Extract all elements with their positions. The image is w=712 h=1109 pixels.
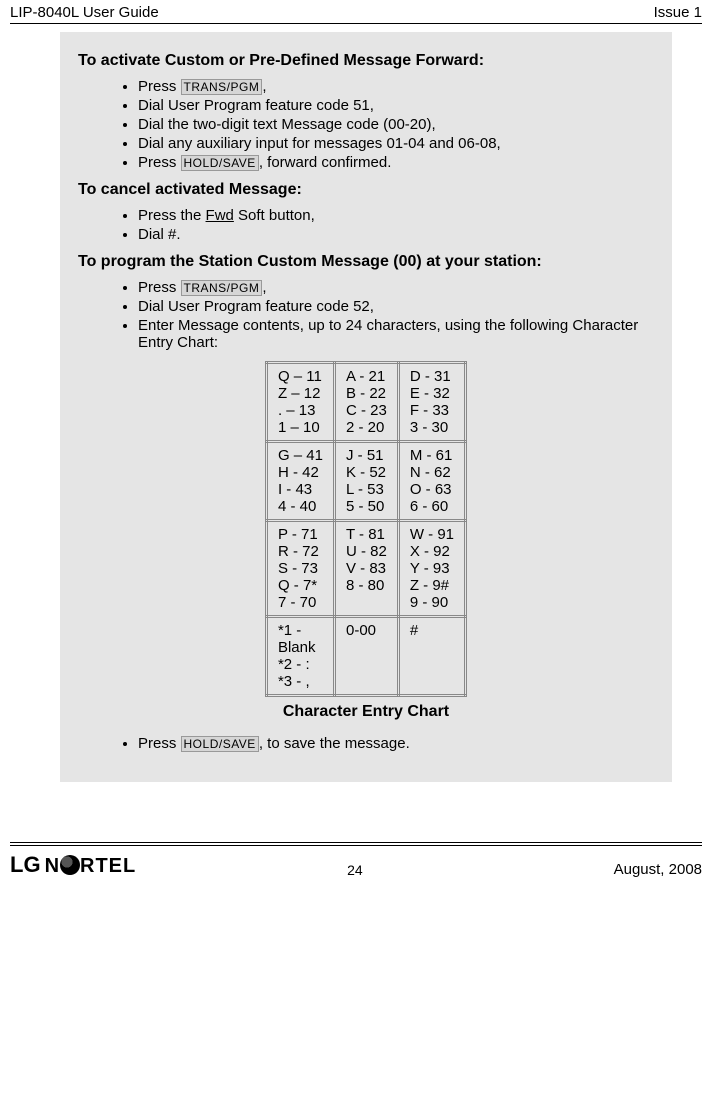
list-item: Dial #.	[138, 226, 654, 243]
text: ,	[262, 78, 266, 95]
list-item: Enter Message contents, up to 24 charact…	[138, 317, 654, 351]
header-rule	[10, 23, 702, 24]
footer-date: August, 2008	[614, 861, 702, 878]
list-item: Dial User Program feature code 51,	[138, 97, 654, 114]
hold-save-key: HOLD/SAVE	[181, 155, 259, 171]
doc-issue: Issue 1	[654, 4, 702, 21]
chart-cell: J - 51 K - 52 L - 53 5 - 50	[334, 442, 398, 521]
text: Press	[138, 735, 181, 752]
logo-globe-icon	[60, 855, 80, 875]
text: Press	[138, 279, 181, 296]
section-heading-cancel: To cancel activated Message:	[78, 181, 654, 199]
text: Press	[138, 154, 181, 171]
text: , forward confirmed.	[259, 154, 392, 171]
chart-cell: W - 91 X - 92 Y - 93 Z - 9# 9 - 90	[398, 521, 465, 617]
logo-lg-text: LG	[10, 852, 41, 878]
logo-nortel-text: NRTEL	[45, 852, 137, 878]
text: , to save the message.	[259, 735, 410, 752]
chart-cell: #	[398, 617, 465, 696]
hold-save-key: HOLD/SAVE	[181, 736, 259, 752]
chart-cell: D - 31 E - 32 F - 33 3 - 30	[398, 363, 465, 442]
list-item: Press the Fwd Soft button,	[138, 207, 654, 224]
section-heading-activate: To activate Custom or Pre-Defined Messag…	[78, 52, 654, 70]
footer-rule	[10, 842, 702, 843]
chart-cell: A - 21 B - 22 C - 23 2 - 20	[334, 363, 398, 442]
list-item: Dial User Program feature code 52,	[138, 298, 654, 315]
doc-title: LIP-8040L User Guide	[10, 4, 159, 21]
list-item: Dial the two-digit text Message code (00…	[138, 116, 654, 133]
list-item: Press HOLD/SAVE, forward confirmed.	[138, 154, 654, 171]
character-entry-chart-table: Q – 11 Z – 12 . – 13 1 – 10 A - 21 B - 2…	[265, 361, 467, 697]
chart-cell: P - 71 R - 72 S - 73 Q - 7* 7 - 70	[266, 521, 334, 617]
list-item: Press HOLD/SAVE, to save the message.	[138, 735, 654, 752]
text: Press	[138, 78, 181, 95]
chart-cell: Q – 11 Z – 12 . – 13 1 – 10	[266, 363, 334, 442]
section-heading-program: To program the Station Custom Message (0…	[78, 253, 654, 271]
text: ,	[262, 279, 266, 296]
chart-cell: 0-00	[334, 617, 398, 696]
chart-cell: G – 41 H - 42 I - 43 4 - 40	[266, 442, 334, 521]
fwd-soft-button: Fwd	[206, 207, 234, 224]
content-box: To activate Custom or Pre-Defined Messag…	[60, 32, 672, 782]
list-item: Press TRANS/PGM,	[138, 78, 654, 95]
lg-nortel-logo: LG NRTEL	[10, 852, 136, 878]
text: Soft button,	[234, 207, 315, 224]
trans-pgm-key: TRANS/PGM	[181, 79, 263, 95]
trans-pgm-key: TRANS/PGM	[181, 280, 263, 296]
text: Press the	[138, 207, 206, 224]
page-number: 24	[347, 862, 363, 878]
list-item: Press TRANS/PGM,	[138, 279, 654, 296]
chart-cell: *1 - Blank *2 - : *3 - ,	[266, 617, 334, 696]
chart-caption: Character Entry Chart	[78, 703, 654, 721]
chart-cell: T - 81 U - 82 V - 83 8 - 80	[334, 521, 398, 617]
chart-cell: M - 61 N - 62 O - 63 6 - 60	[398, 442, 465, 521]
list-item: Dial any auxiliary input for messages 01…	[138, 135, 654, 152]
